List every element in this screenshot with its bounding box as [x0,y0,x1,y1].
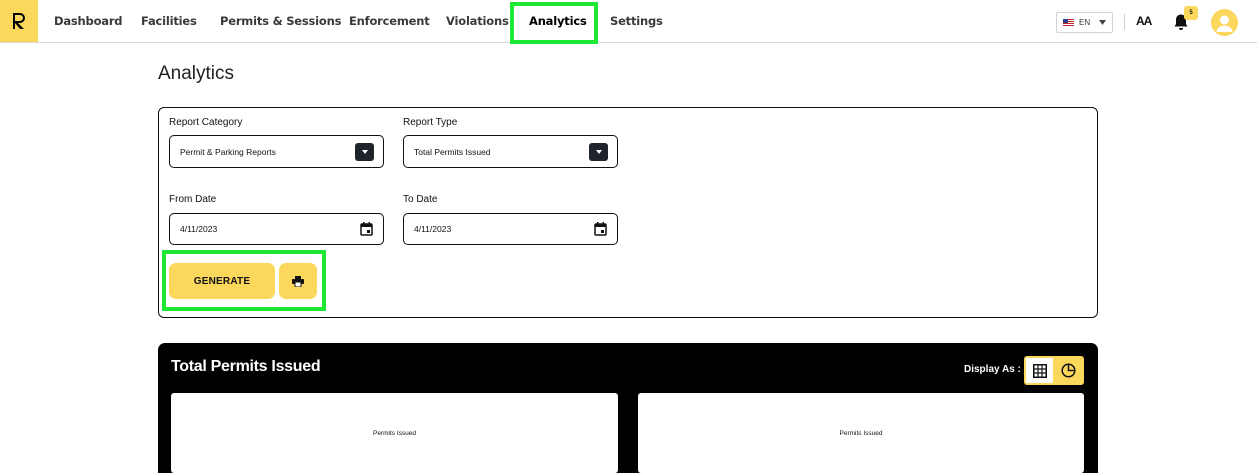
table-view-button[interactable] [1026,358,1053,383]
report-type-select[interactable]: Total Permits Issued [403,135,618,168]
notification-badge: 5 [1184,6,1198,20]
top-nav-bar: Dashboard Facilities Permits & Sessions … [0,0,1257,43]
divider [1124,14,1125,30]
to-date-label: To Date [403,194,438,205]
pie-chart-icon [1061,363,1076,378]
chart-title: Permits Issued [373,430,416,437]
user-icon [1216,15,1233,32]
chart-card: Permits Issued [638,393,1084,473]
to-date-input[interactable]: 4/11/2023 [403,213,618,245]
table-icon [1032,363,1047,378]
from-date-label: From Date [169,194,217,205]
chevron-down-icon [1099,20,1107,25]
nav-dashboard[interactable]: Dashboard [54,0,123,42]
caret-down-icon [595,150,602,154]
report-panel: Total Permits Issued Display As : Permit… [158,343,1098,473]
analytics-highlight-box [510,2,598,44]
font-size-button[interactable]: AA [1136,14,1152,28]
generate-highlight-box [162,250,326,311]
nav-enforcement[interactable]: Enforcement [349,0,430,42]
page-title: Analytics [158,63,235,84]
calendar-icon[interactable] [360,222,373,236]
caret-down-icon [361,150,368,154]
to-date-value: 4/11/2023 [414,224,452,234]
report-category-select[interactable]: Permit & Parking Reports [169,135,384,168]
report-category-dropdown-button[interactable] [355,143,374,161]
display-toggle [1024,356,1084,385]
app-logo[interactable] [0,0,38,42]
nav-facilities[interactable]: Facilities [141,0,197,42]
from-date-input[interactable]: 4/11/2023 [169,213,384,245]
user-avatar[interactable] [1211,9,1238,36]
language-code: EN [1079,18,1091,27]
nav-violations[interactable]: Violations [446,0,509,42]
us-flag-icon [1063,19,1074,26]
nav-settings[interactable]: Settings [610,0,663,42]
language-selector[interactable]: EN [1056,12,1113,33]
calendar-icon[interactable] [594,222,607,236]
chart-card: Permits Issued [171,393,618,473]
from-date-value: 4/11/2023 [180,224,218,234]
nav-permits-sessions[interactable]: Permits & Sessions [220,0,341,42]
report-title: Total Permits Issued [171,358,321,375]
report-category-label: Report Category [169,117,243,128]
display-as-label: Display As : [964,364,1021,375]
chart-view-button[interactable] [1055,358,1082,383]
logo-icon [13,13,25,29]
report-type-dropdown-button[interactable] [589,143,608,161]
chart-title: Permits Issued [839,430,883,437]
report-category-value: Permit & Parking Reports [180,146,276,157]
report-type-value: Total Permits Issued [414,146,491,157]
report-type-label: Report Type [403,117,458,128]
